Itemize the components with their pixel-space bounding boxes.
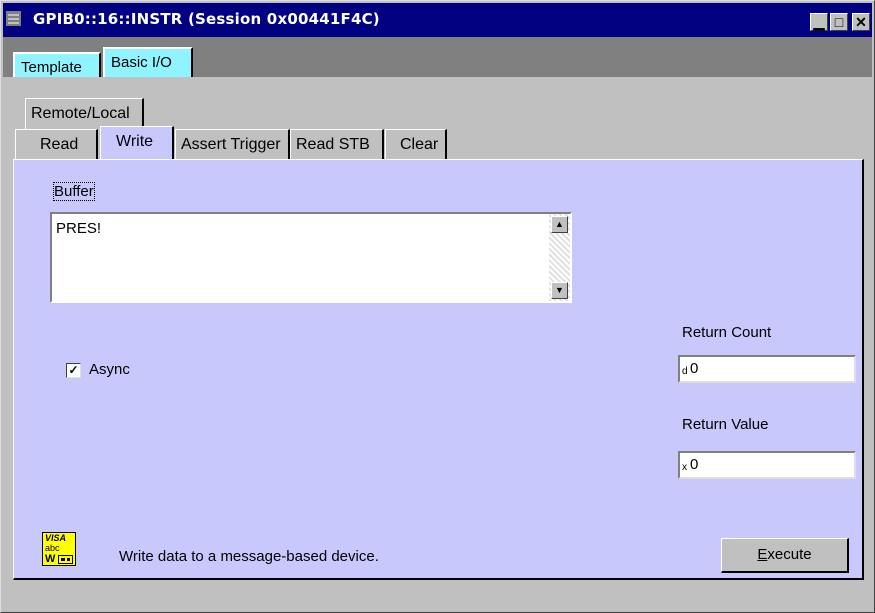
return-count-label: Return Count: [682, 324, 772, 341]
tab-assert-trigger[interactable]: Assert Trigger: [175, 129, 290, 160]
device-icon: [58, 555, 73, 564]
scroll-up-icon: ▲: [555, 219, 564, 229]
app-icon: [6, 11, 21, 26]
return-count-value: 0: [690, 360, 699, 377]
visa-icon-abc: abc: [45, 543, 60, 553]
minimize-icon: ▁: [813, 14, 825, 30]
visa-icon-text: VISA: [45, 533, 67, 543]
app-window: GPIB0::16::INSTR (Session 0x00441F4C) ▁ …: [0, 0, 875, 613]
return-value-value: 0: [690, 456, 699, 473]
async-checkbox[interactable]: ✓: [66, 363, 81, 378]
return-value-field[interactable]: x 0: [678, 451, 856, 479]
buffer-text: PRES!: [56, 220, 102, 237]
buffer-textarea[interactable]: PRES! ▲ ▼: [50, 212, 572, 303]
description-text: Write data to a message-based device.: [119, 548, 379, 565]
scroll-up-button[interactable]: ▲: [551, 216, 568, 233]
tab-read-label: Read: [40, 136, 79, 153]
tab-write-label: Write: [116, 133, 154, 150]
window-title: GPIB0::16::INSTR (Session 0x00441F4C): [33, 10, 380, 28]
execute-accelerator: E: [757, 546, 768, 563]
return-count-field[interactable]: d 0: [678, 355, 856, 383]
minimize-button[interactable]: ▁: [810, 13, 828, 31]
tab-assert-trigger-label: Assert Trigger: [181, 136, 281, 153]
scroll-down-icon: ▼: [555, 285, 564, 295]
tab-template-label: Template: [21, 59, 82, 76]
execute-button[interactable]: Execute: [721, 538, 849, 573]
buffer-scrollbar[interactable]: ▲ ▼: [549, 214, 570, 301]
visa-icon-w: W: [45, 553, 56, 565]
visa-write-icon: VISA abc W: [42, 532, 76, 566]
tab-clear[interactable]: Clear: [385, 129, 447, 160]
tab-read[interactable]: Read: [15, 129, 98, 160]
scroll-down-button[interactable]: ▼: [551, 282, 568, 299]
maximize-button[interactable]: □: [830, 13, 848, 31]
tab-clear-label: Clear: [400, 136, 439, 153]
radix-indicator-hex[interactable]: x: [682, 462, 687, 473]
radix-indicator-decimal[interactable]: d: [682, 366, 688, 377]
tab-write[interactable]: Write: [100, 126, 174, 162]
tab-read-stb-label: Read STB: [296, 136, 370, 153]
close-icon: ✕: [855, 14, 867, 30]
maximize-icon: □: [834, 14, 844, 30]
tab-read-stb[interactable]: Read STB: [290, 129, 384, 160]
tab-remote-local-label: Remote/Local: [31, 105, 130, 122]
tab-basic-io[interactable]: Basic I/O: [103, 47, 193, 79]
buffer-label: Buffer: [53, 182, 95, 201]
return-value-label: Return Value: [682, 416, 769, 433]
title-bar[interactable]: GPIB0::16::INSTR (Session 0x00441F4C) ▁ …: [3, 3, 872, 37]
close-button[interactable]: ✕: [852, 13, 870, 31]
async-label: Async: [89, 361, 130, 378]
tab-basic-io-label: Basic I/O: [111, 54, 172, 71]
execute-label: xecute: [767, 546, 812, 563]
checkmark-icon: ✓: [68, 363, 79, 377]
